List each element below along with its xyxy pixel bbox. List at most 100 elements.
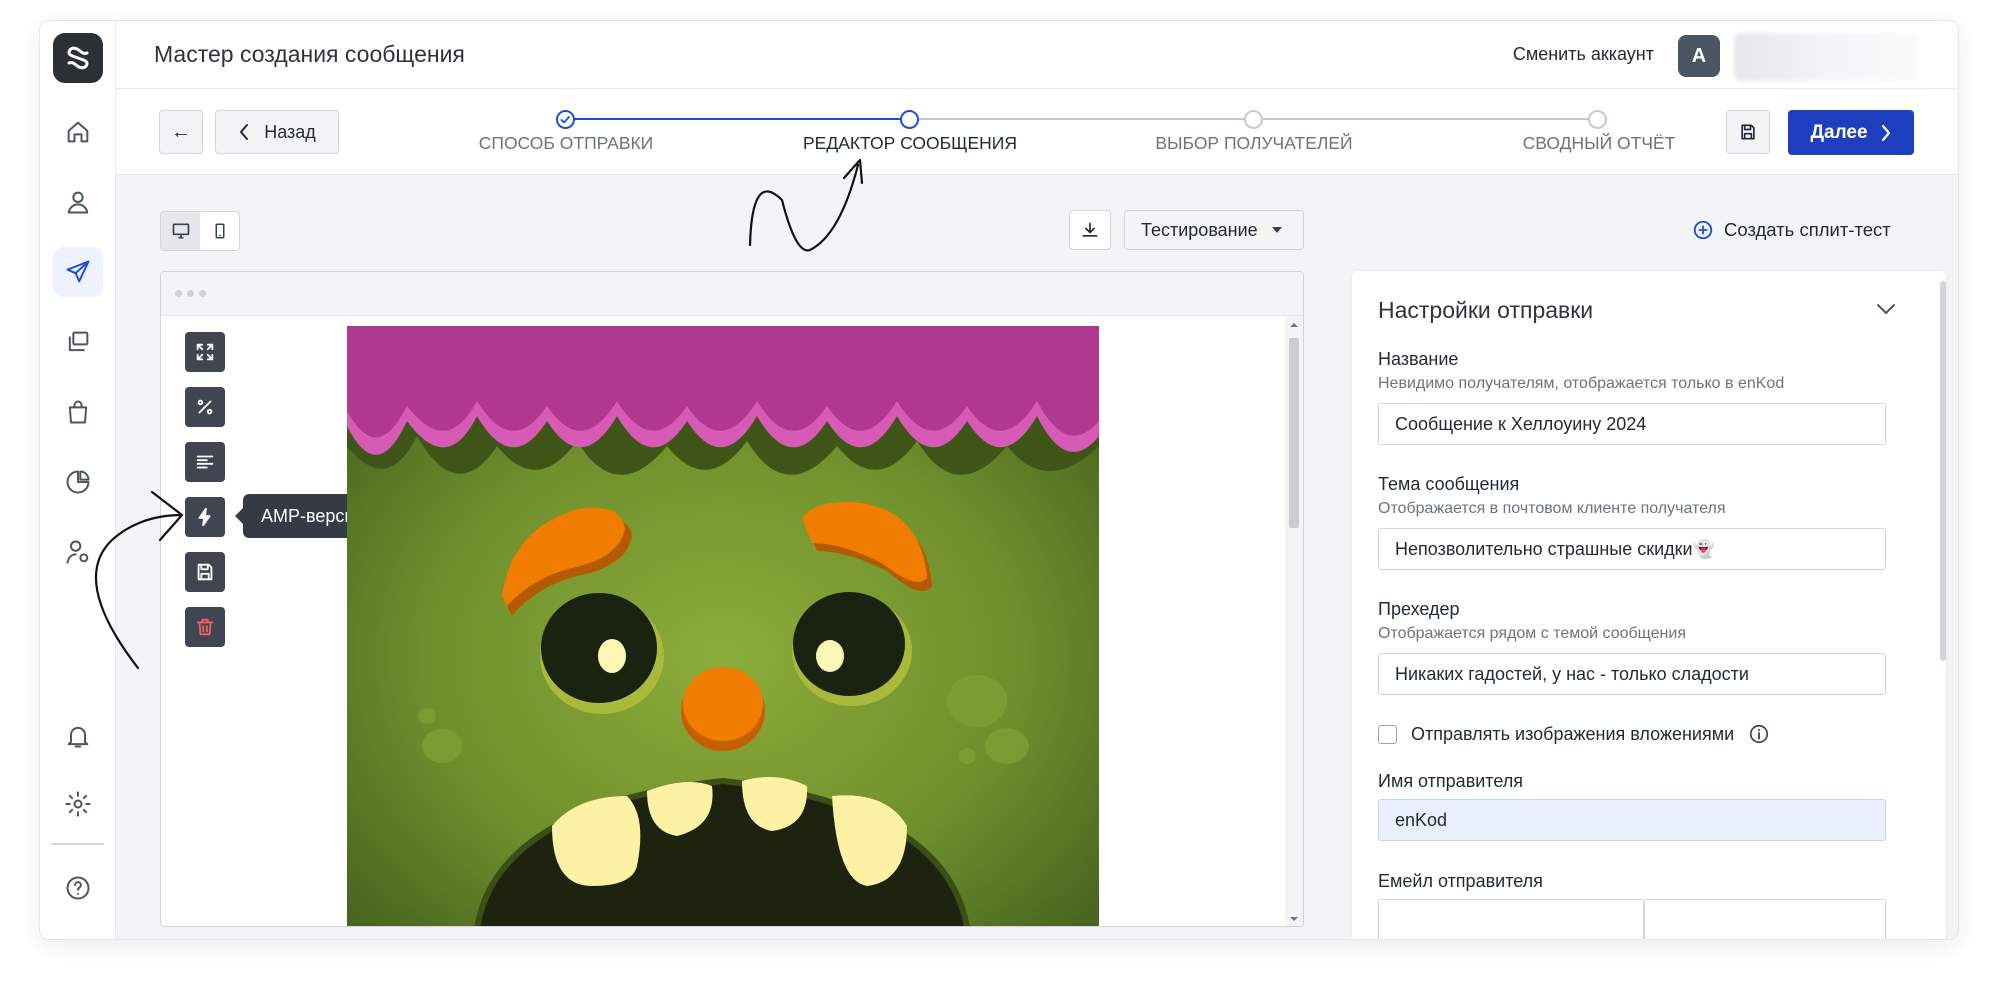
bell-icon xyxy=(67,726,89,748)
back-button[interactable]: Назад xyxy=(215,110,339,154)
preheader-hint: Отображается рядом с темой сообщения xyxy=(1378,625,1686,642)
help-icon xyxy=(66,876,90,900)
settings-scrollbar[interactable] xyxy=(1940,281,1946,661)
variables-tool[interactable] xyxy=(185,387,225,427)
app-logo[interactable] xyxy=(53,33,103,83)
plus-circle-icon xyxy=(1693,220,1713,240)
expand-icon xyxy=(196,343,214,361)
sender-name-input[interactable] xyxy=(1378,799,1886,841)
caret-down-icon xyxy=(1271,227,1282,233)
info-icon[interactable] xyxy=(1748,723,1770,745)
sender-email-label: Емейл отправителя xyxy=(1378,871,1543,891)
desktop-view-button[interactable] xyxy=(161,212,200,250)
sender-email-domain-select[interactable] xyxy=(1644,899,1886,939)
step-4-label[interactable]: Сводный отчёт xyxy=(1523,133,1676,154)
sidebar-item-shop[interactable] xyxy=(53,387,103,437)
chevron-left-icon xyxy=(240,124,249,140)
shopping-bag-icon xyxy=(68,400,88,424)
next-button[interactable]: Далее xyxy=(1788,110,1914,155)
step-connector-1 xyxy=(566,118,910,120)
step-4-dot xyxy=(1588,110,1607,129)
app-window: Мастер создания сообщения Сменить аккаун… xyxy=(39,20,1959,940)
step-2-label[interactable]: Редактор сообщения xyxy=(803,133,1017,154)
sidebar-item-messages[interactable] xyxy=(53,247,103,297)
save-icon xyxy=(197,563,213,581)
sidebar-item-help[interactable] xyxy=(53,863,103,913)
sidebar-item-analytics[interactable] xyxy=(53,457,103,507)
split-test-label: Создать сплит-тест xyxy=(1724,219,1891,240)
chevron-down-icon[interactable] xyxy=(1876,303,1896,315)
next-button-label: Далее xyxy=(1810,121,1868,143)
delete-tool[interactable] xyxy=(185,607,225,647)
desktop-icon xyxy=(172,223,189,239)
step-connector-3 xyxy=(1254,118,1598,120)
save-template-tool[interactable] xyxy=(185,552,225,592)
editor-scrollbar[interactable] xyxy=(1285,316,1303,926)
monster-illustration xyxy=(347,326,1099,926)
fullscreen-tool[interactable] xyxy=(185,332,225,372)
attach-images-checkbox[interactable] xyxy=(1378,724,1397,744)
scroll-up-icon xyxy=(1290,323,1298,327)
attach-images-option[interactable]: Отправлять изображения вложениями xyxy=(1378,723,1770,745)
subject-input[interactable] xyxy=(1378,528,1886,570)
home-icon xyxy=(67,121,89,143)
save-icon xyxy=(1741,124,1755,140)
testing-dropdown-label: Тестирование xyxy=(1141,219,1258,240)
gear-icon xyxy=(65,791,91,817)
user-icon xyxy=(67,191,89,214)
sidebar-item-contacts[interactable] xyxy=(53,177,103,227)
sidebar-item-notifications[interactable] xyxy=(53,711,103,761)
save-draft-button[interactable] xyxy=(1726,110,1770,154)
sidebar xyxy=(40,21,116,939)
editor-scroll-thumb[interactable] xyxy=(1289,338,1299,528)
text-format-tool[interactable] xyxy=(185,442,225,482)
testing-dropdown[interactable]: Тестирование xyxy=(1124,210,1304,250)
mobile-view-button[interactable] xyxy=(200,212,239,250)
settings-title: Настройки отправки xyxy=(1378,297,1594,323)
page-title: Мастер создания сообщения xyxy=(154,41,465,67)
step-connector-2 xyxy=(910,118,1254,120)
send-settings-panel: Настройки отправки Название Невидимо пол… xyxy=(1352,271,1946,939)
email-preview-image[interactable] xyxy=(347,326,1099,926)
step-3-dot xyxy=(1244,110,1263,129)
preheader-label: Прехедер xyxy=(1378,599,1460,619)
create-split-test-button[interactable]: Создать сплит-тест xyxy=(1692,219,1891,241)
wizard-bar: ← Назад Способ отправки Редактор сообщен… xyxy=(116,89,1958,175)
attach-images-label: Отправлять изображения вложениями xyxy=(1411,723,1735,744)
sidebar-item-templates[interactable] xyxy=(53,317,103,367)
amp-version-tool[interactable] xyxy=(185,497,225,537)
step-1-label[interactable]: Способ отправки xyxy=(479,133,654,154)
send-icon xyxy=(66,260,90,283)
editor-title-bar xyxy=(161,272,1303,316)
pie-chart-icon xyxy=(66,470,90,494)
account-name-blurred xyxy=(1734,33,1920,81)
step-1-done-icon xyxy=(556,110,575,129)
mobile-icon xyxy=(215,223,224,239)
lightning-icon xyxy=(198,507,211,527)
subject-label: Тема сообщения xyxy=(1378,474,1520,494)
name-label: Название xyxy=(1378,349,1459,369)
view-mode-toggle xyxy=(160,211,240,251)
back-button-label: Назад xyxy=(264,121,316,142)
avatar[interactable]: A xyxy=(1678,35,1720,77)
preheader-input[interactable] xyxy=(1378,653,1886,695)
percent-icon xyxy=(197,399,213,415)
sidebar-item-user-settings[interactable] xyxy=(53,527,103,577)
download-button[interactable] xyxy=(1069,210,1111,250)
email-editor: AMP-версия xyxy=(160,271,1304,927)
name-input[interactable] xyxy=(1378,403,1886,445)
scroll-down-icon xyxy=(1290,917,1298,921)
switch-account-link[interactable]: Сменить аккаунт xyxy=(1513,44,1654,65)
copy-icon xyxy=(68,331,89,352)
sender-email-local-input[interactable] xyxy=(1378,899,1644,939)
step-3-label[interactable]: Выбор получателей xyxy=(1155,133,1352,154)
sidebar-item-settings[interactable] xyxy=(53,779,103,829)
back-arrow-button[interactable]: ← xyxy=(159,110,203,154)
name-hint: Невидимо получателям, отображается тольк… xyxy=(1378,375,1785,392)
logo-icon xyxy=(67,46,89,70)
trash-icon xyxy=(196,618,214,636)
user-settings-icon xyxy=(66,540,89,564)
download-icon xyxy=(1082,222,1098,237)
header: Мастер создания сообщения Сменить аккаун… xyxy=(116,21,1958,89)
sidebar-item-home[interactable] xyxy=(53,107,103,157)
